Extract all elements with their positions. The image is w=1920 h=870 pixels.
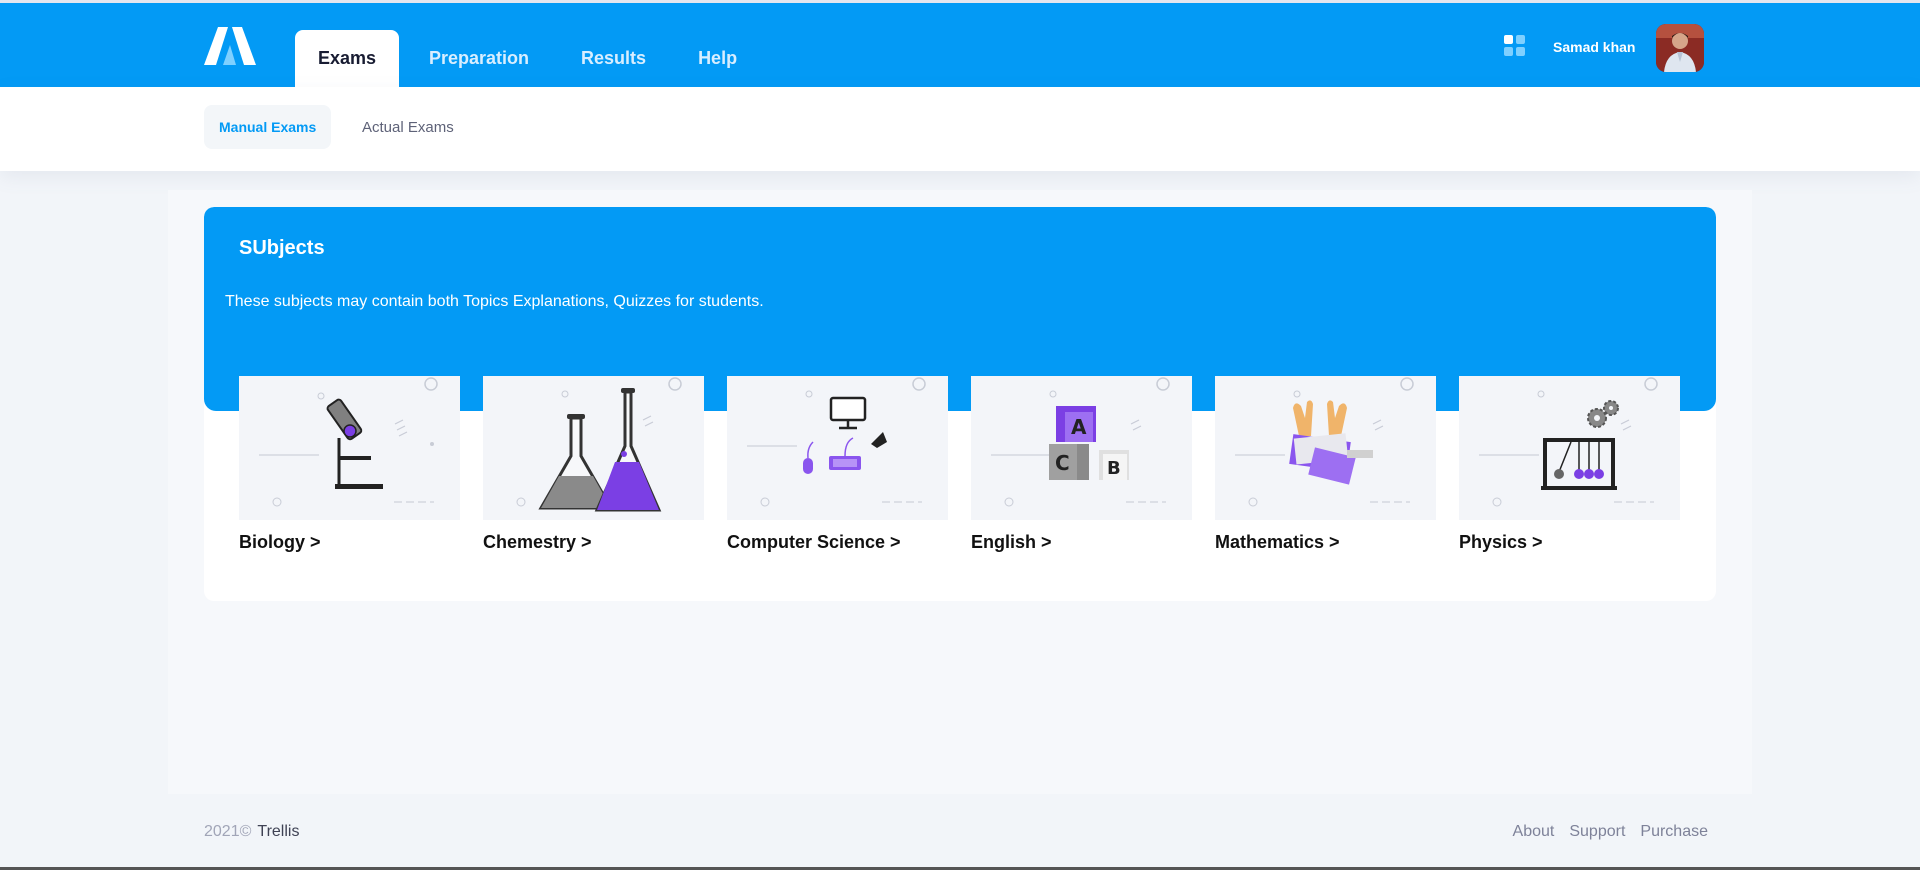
nav-tab-results[interactable]: Results bbox=[559, 30, 668, 87]
subjects-card: SUbjects These subjects may contain both… bbox=[204, 207, 1716, 601]
svg-text:B: B bbox=[1107, 458, 1121, 479]
letter-blocks-icon: A C B bbox=[991, 377, 1170, 507]
subject-mathematics[interactable]: Mathematics > bbox=[1215, 376, 1436, 553]
apps-grid-icon[interactable] bbox=[1504, 35, 1526, 57]
subject-biology[interactable]: Biology > bbox=[239, 376, 460, 553]
nav-tab-preparation[interactable]: Preparation bbox=[407, 30, 551, 87]
subtab-actual-exams[interactable]: Actual Exams bbox=[347, 105, 469, 149]
subject-label[interactable]: Biology > bbox=[239, 532, 460, 553]
subject-thumbnail[interactable] bbox=[239, 376, 460, 520]
subject-label[interactable]: Chemestry > bbox=[483, 532, 704, 553]
subject-english[interactable]: A C B English > bbox=[971, 376, 1192, 553]
subject-thumbnail[interactable] bbox=[727, 376, 948, 520]
nav-tab-exams[interactable]: Exams bbox=[295, 30, 399, 87]
subject-thumbnail[interactable] bbox=[483, 376, 704, 520]
nav-tab-help[interactable]: Help bbox=[676, 30, 759, 87]
subject-label[interactable]: Physics > bbox=[1459, 532, 1680, 553]
subject-computer-science[interactable]: Computer Science > bbox=[727, 376, 948, 553]
footer-brand[interactable]: Trellis bbox=[257, 823, 299, 840]
flasks-icon bbox=[516, 377, 682, 512]
subtab-manual-exams[interactable]: Manual Exams bbox=[204, 105, 332, 149]
user-avatar[interactable] bbox=[1656, 24, 1704, 72]
footer-copyright: 2021© Trellis bbox=[204, 823, 299, 841]
subject-physics[interactable]: Physics > bbox=[1459, 376, 1680, 553]
microscope-icon bbox=[259, 377, 438, 507]
subject-thumbnail[interactable] bbox=[1459, 376, 1680, 520]
newtons-cradle-icon bbox=[1479, 377, 1658, 507]
main-nav: Exams Preparation Results Help bbox=[295, 30, 767, 87]
subject-label[interactable]: English > bbox=[971, 532, 1192, 553]
subject-label[interactable]: Computer Science > bbox=[727, 532, 948, 553]
svg-text:C: C bbox=[1055, 451, 1070, 475]
sub-navigation: Manual Exams Actual Exams bbox=[0, 87, 1920, 171]
app-header: Exams Preparation Results Help Samad kha… bbox=[0, 3, 1920, 87]
brand-logo-icon[interactable] bbox=[204, 27, 256, 65]
subject-chemestry[interactable]: Chemestry > bbox=[483, 376, 704, 553]
subjects-title: SUbjects bbox=[239, 237, 325, 259]
footer-link-support[interactable]: Support bbox=[1569, 823, 1625, 841]
subject-thumbnail[interactable]: A C B bbox=[971, 376, 1192, 520]
user-name[interactable]: Samad khan bbox=[1553, 39, 1635, 55]
footer-links: About Support Purchase bbox=[1498, 823, 1708, 841]
subject-label[interactable]: Mathematics > bbox=[1215, 532, 1436, 553]
computer-icon bbox=[747, 377, 926, 507]
subjects-list: Biology > Chemestry > Computer Science >… bbox=[239, 376, 1689, 576]
footer-link-purchase[interactable]: Purchase bbox=[1640, 823, 1708, 841]
footer-year: 2021© bbox=[204, 823, 252, 840]
subjects-description: These subjects may contain both Topics E… bbox=[225, 293, 764, 310]
footer-link-about[interactable]: About bbox=[1513, 823, 1555, 841]
svg-text:A: A bbox=[1071, 415, 1087, 439]
subject-thumbnail[interactable] bbox=[1215, 376, 1436, 520]
hands-books-icon bbox=[1235, 377, 1414, 507]
